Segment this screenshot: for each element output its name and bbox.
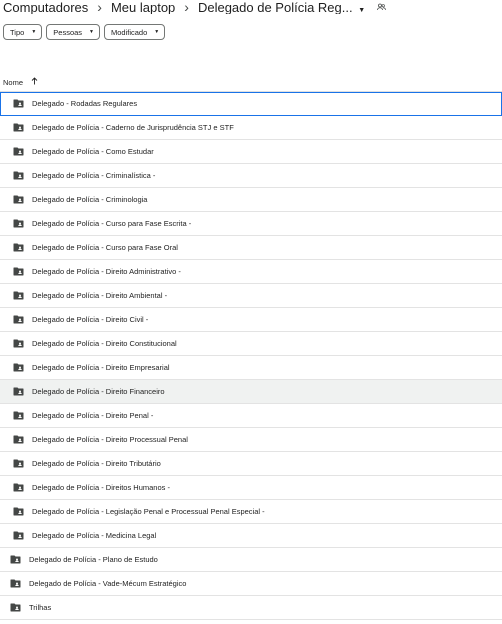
shared-folder-icon <box>13 123 24 132</box>
breadcrumb: Computadores › Meu laptop › Delegado de … <box>0 0 502 14</box>
shared-folder-icon <box>10 555 21 564</box>
shared-folder-icon <box>13 483 24 492</box>
folder-row[interactable]: Trilhas <box>0 596 502 620</box>
folder-row[interactable]: Delegado de Polícia - Direito Ambiental … <box>0 284 502 308</box>
folder-name: Delegado de Polícia - Direito Ambiental … <box>32 291 168 300</box>
filter-chips: Tipo ▼ Pessoas ▼ Modificado ▼ <box>3 24 166 40</box>
folder-row[interactable]: Delegado de Polícia - Direito Financeiro <box>0 380 502 404</box>
shared-folder-icon <box>13 387 24 396</box>
folder-list: Delegado - Rodadas Regulares Delegado de … <box>0 92 502 620</box>
folder-name: Delegado de Polícia - Direito Empresaria… <box>32 363 170 372</box>
shared-folder-icon <box>13 507 24 516</box>
folder-name: Delegado de Polícia - Caderno de Jurispr… <box>32 123 234 132</box>
chevron-right-icon: › <box>184 0 189 14</box>
folder-row[interactable]: Delegado de Polícia - Direito Civil - <box>0 308 502 332</box>
shared-folder-icon <box>13 339 24 348</box>
shared-folder-icon <box>13 363 24 372</box>
folder-row[interactable]: Delegado de Polícia - Direitos Humanos - <box>0 476 502 500</box>
folder-row[interactable]: Delegado de Polícia - Como Estudar <box>0 140 502 164</box>
folder-row[interactable]: Delegado de Polícia - Plano de Estudo <box>0 548 502 572</box>
shared-folder-icon <box>10 603 21 612</box>
shared-folder-icon <box>13 99 24 108</box>
breadcrumb-meu-laptop[interactable]: Meu laptop <box>108 0 178 14</box>
filter-pessoas[interactable]: Pessoas ▼ <box>46 24 100 40</box>
shared-folder-icon <box>13 243 24 252</box>
folder-name: Delegado de Polícia - Direito Constituci… <box>32 339 177 348</box>
filter-modificado[interactable]: Modificado ▼ <box>104 24 166 40</box>
folder-row[interactable]: Delegado de Polícia - Direito Tributário <box>0 452 502 476</box>
chevron-right-icon: › <box>97 0 102 14</box>
name-column-label: Nome <box>3 77 24 87</box>
shared-folder-icon <box>13 267 24 276</box>
dropdown-arrow-icon: ▼ <box>31 29 37 35</box>
breadcrumb-computadores[interactable]: Computadores <box>0 0 91 14</box>
shared-folder-icon <box>13 459 24 468</box>
folder-name: Delegado de Polícia - Direito Financeiro <box>32 387 165 396</box>
folder-name: Delegado de Polícia - Plano de Estudo <box>29 555 158 564</box>
folder-row[interactable]: Delegado de Polícia - Curso para Fase Or… <box>0 236 502 260</box>
shared-folder-icon <box>13 435 24 444</box>
dropdown-arrow-icon: ▼ <box>154 29 160 35</box>
shared-folder-icon <box>13 195 24 204</box>
folder-name: Delegado de Polícia - Direitos Humanos - <box>32 483 170 492</box>
shared-folder-icon <box>13 171 24 180</box>
folder-name: Delegado de Polícia - Medicina Legal <box>32 531 157 540</box>
breadcrumb-current-folder[interactable]: Delegado de Polícia Reg... ▼ <box>195 0 368 14</box>
name-column-header[interactable]: Nome <box>3 77 38 87</box>
folder-name: Delegado de Polícia - Criminalística - <box>32 171 156 180</box>
shared-folder-icon <box>13 291 24 300</box>
shared-folder-icon <box>13 411 24 420</box>
folder-row[interactable]: Delegado de Polícia - Direito Processual… <box>0 428 502 452</box>
folder-name: Delegado de Polícia - Direito Administra… <box>32 267 181 276</box>
folder-row[interactable]: Delegado de Polícia - Medicina Legal <box>0 524 502 548</box>
folder-row[interactable]: Delegado - Rodadas Regulares <box>0 92 502 116</box>
shared-folder-icon <box>13 315 24 324</box>
folder-row[interactable]: Delegado de Polícia - Direito Administra… <box>0 260 502 284</box>
filter-modificado-label: Modificado <box>111 27 148 37</box>
filter-pessoas-label: Pessoas <box>53 27 83 37</box>
folder-name: Delegado - Rodadas Regulares <box>32 99 138 108</box>
shared-folder-icon <box>13 219 24 228</box>
folder-name: Delegado de Polícia - Direito Tributário <box>32 459 161 468</box>
shared-folder-icon <box>13 147 24 156</box>
folder-name: Delegado de Polícia - Como Estudar <box>32 147 154 156</box>
caret-down-icon[interactable]: ▼ <box>358 7 365 14</box>
folder-name: Delegado de Polícia - Legislação Penal e… <box>32 507 265 516</box>
folder-name: Delegado de Polícia - Curso para Fase Or… <box>32 243 178 252</box>
folder-row[interactable]: Delegado de Polícia - Criminologia <box>0 188 502 212</box>
current-folder-title: Delegado de Polícia Reg... <box>197 0 353 14</box>
folder-name: Delegado de Polícia - Criminologia <box>32 195 148 204</box>
folder-row[interactable]: Delegado de Polícia - Criminalística - <box>0 164 502 188</box>
folder-name: Delegado de Polícia - Curso para Fase Es… <box>32 219 192 228</box>
folder-row[interactable]: Delegado de Polícia - Legislação Penal e… <box>0 500 502 524</box>
people-icon[interactable] <box>377 3 387 11</box>
folder-name: Delegado de Polícia - Direito Penal - <box>32 411 154 420</box>
folder-name: Delegado de Polícia - Vade-Mécum Estraté… <box>29 579 187 588</box>
dropdown-arrow-icon: ▼ <box>89 29 94 35</box>
folder-row[interactable]: Delegado de Polícia - Direito Penal - <box>0 404 502 428</box>
filter-tipo[interactable]: Tipo ▼ <box>3 24 43 40</box>
folder-row[interactable]: Delegado de Polícia - Caderno de Jurispr… <box>0 116 502 140</box>
filter-tipo-label: Tipo <box>10 27 25 37</box>
shared-folder-icon <box>10 579 21 588</box>
folder-row[interactable]: Delegado de Polícia - Curso para Fase Es… <box>0 212 502 236</box>
folder-row[interactable]: Delegado de Polícia - Direito Empresaria… <box>0 356 502 380</box>
folder-row[interactable]: Delegado de Polícia - Direito Constituci… <box>0 332 502 356</box>
folder-row[interactable]: Delegado de Polícia - Vade-Mécum Estraté… <box>0 572 502 596</box>
shared-folder-icon <box>13 531 24 540</box>
arrow-up-icon[interactable] <box>31 77 38 87</box>
folder-name: Delegado de Polícia - Direito Processual… <box>32 435 188 444</box>
folder-name: Trilhas <box>29 603 52 612</box>
folder-name: Delegado de Polícia - Direito Civil - <box>32 315 149 324</box>
